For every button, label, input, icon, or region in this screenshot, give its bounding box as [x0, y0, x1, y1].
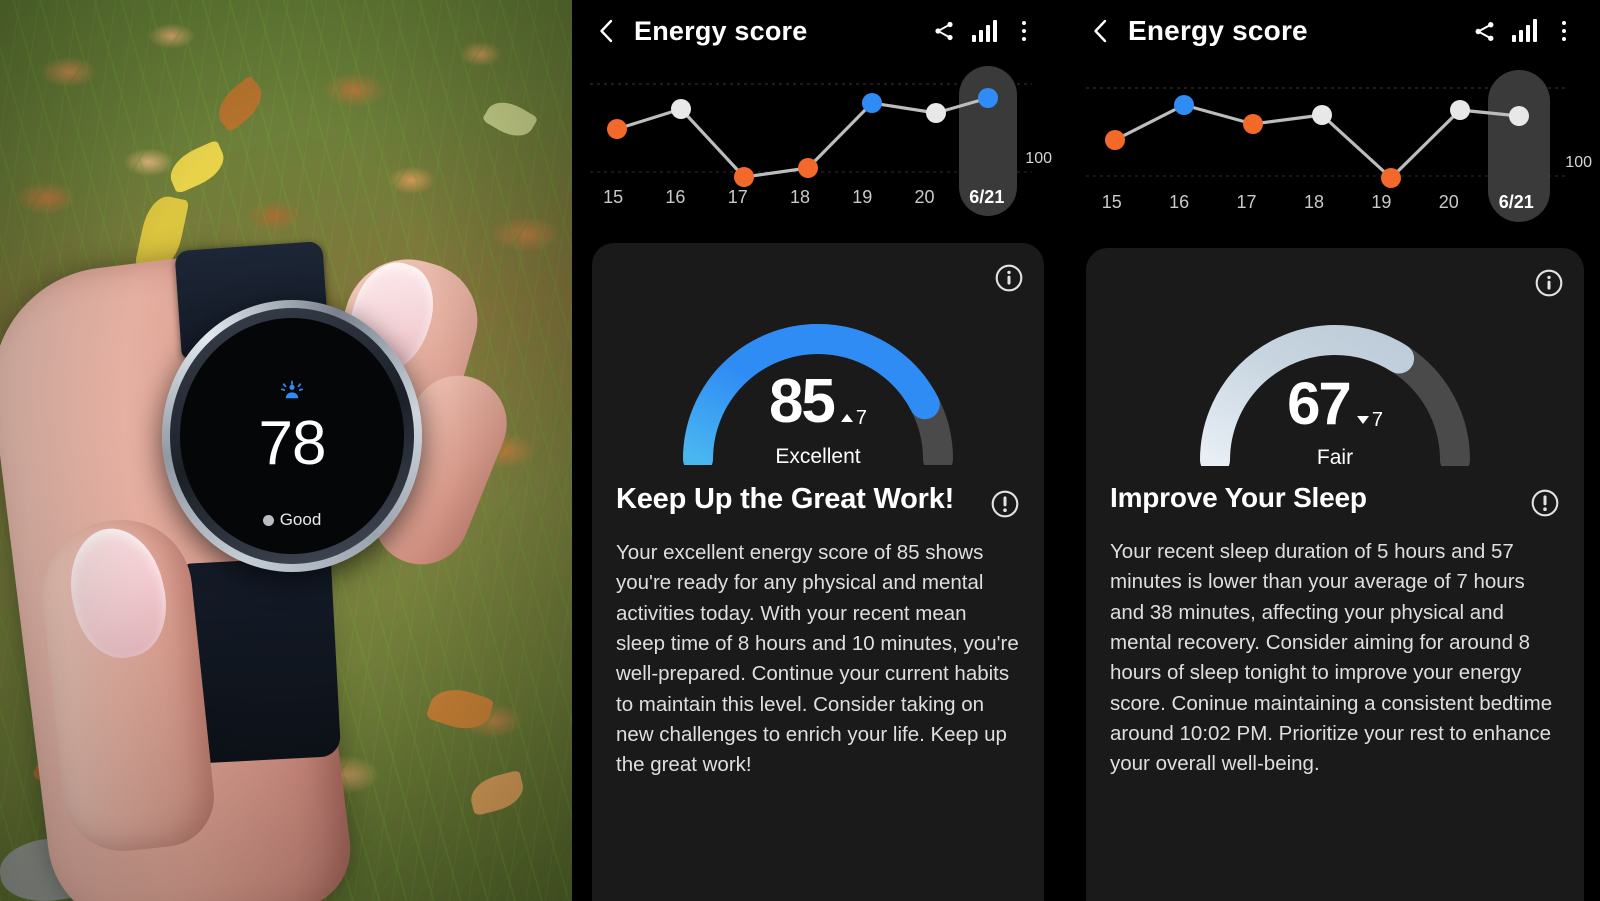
- watch-photo-panel: 78 Good: [0, 0, 572, 901]
- score-delta-value: 7: [1371, 408, 1383, 431]
- energy-gauge: 67 7 Fair: [1086, 248, 1584, 475]
- energy-trend-chart[interactable]: 100 15 16 17 18 19 20 6/21: [576, 62, 1060, 227]
- chart-x-label[interactable]: 19: [1348, 192, 1415, 213]
- advice-title: Keep Up the Great Work!: [616, 483, 955, 515]
- chart-x-label[interactable]: 15: [1078, 192, 1145, 213]
- page-title: Energy score: [1128, 15, 1308, 46]
- energy-score-value: 67: [1287, 370, 1352, 437]
- panel-divider: [1062, 0, 1070, 901]
- energy-gauge: 85 7 Excellent: [592, 243, 1044, 474]
- back-icon[interactable]: [1084, 14, 1118, 48]
- score-row: 85 7: [769, 371, 867, 433]
- chart-x-label[interactable]: 18: [769, 187, 831, 208]
- score-delta-value: 7: [855, 406, 868, 429]
- overflow-menu-icon[interactable]: [1544, 11, 1584, 51]
- app-top-bar: Energy score: [576, 0, 1060, 62]
- chart-x-label[interactable]: 20: [893, 187, 955, 208]
- score-delta: 7: [1356, 408, 1383, 432]
- energy-trend-chart[interactable]: 100 15 16 17 18 19 20 6/21: [1070, 62, 1600, 232]
- chart-y-max-label: 100: [1025, 150, 1052, 167]
- chart-x-label[interactable]: 19: [831, 187, 893, 208]
- gauge-readout: 67 7 Fair: [1175, 374, 1495, 470]
- chart-x-label-selected[interactable]: 6/21: [1483, 192, 1550, 213]
- phone-panel-fair: Energy score 100 15 16 17 18 19 20 6/21 …: [1070, 0, 1600, 901]
- chart-x-label[interactable]: 18: [1280, 192, 1347, 213]
- advice-body: Your recent sleep duration of 5 hours an…: [1110, 540, 1553, 776]
- share-icon[interactable]: [1464, 11, 1504, 51]
- energy-score-card: 67 7 Fair Improve Your Sleep Your recent…: [1086, 248, 1584, 901]
- chart-x-label[interactable]: 17: [707, 187, 769, 208]
- page-title: Energy score: [634, 15, 808, 46]
- exclamation-circle-icon[interactable]: [990, 489, 1020, 524]
- bar-chart-bars: [971, 20, 997, 42]
- energy-score-value: 85: [768, 367, 836, 436]
- energy-score-label: Fair: [1316, 446, 1354, 469]
- share-icon[interactable]: [924, 11, 964, 51]
- score-delta: 7: [840, 406, 868, 430]
- advice-header: Keep Up the Great Work!: [616, 483, 1020, 524]
- overflow-dots: [1562, 21, 1566, 41]
- back-icon[interactable]: [590, 14, 624, 48]
- chart-x-label[interactable]: 16: [1145, 192, 1212, 213]
- advice-header: Improve Your Sleep: [1110, 482, 1560, 523]
- photo-vignette: [0, 0, 572, 901]
- triangle-up-icon: [840, 414, 853, 422]
- chart-x-label[interactable]: 16: [644, 187, 706, 208]
- chart-x-labels: 15 16 17 18 19 20 6/21: [576, 187, 1028, 208]
- app-top-bar: Energy score: [1070, 0, 1600, 62]
- bar-chart-icon[interactable]: [1504, 11, 1544, 51]
- gauge-arc: 67 7 Fair: [1175, 280, 1495, 475]
- chart-x-label[interactable]: 20: [1415, 192, 1482, 213]
- bar-chart-icon[interactable]: [964, 11, 1004, 51]
- advice-section: Keep Up the Great Work! Your excellent e…: [592, 465, 1044, 781]
- exclamation-circle-icon[interactable]: [1530, 488, 1560, 523]
- chart-y-max-label: 100: [1565, 154, 1592, 171]
- gauge-readout: 85 7 Excellent: [658, 371, 978, 469]
- screenshot-stage: 78 Good Energy score: [0, 0, 1600, 901]
- chart-x-labels: 15 16 17 18 19 20 6/21: [1070, 192, 1562, 213]
- triangle-down-icon: [1356, 416, 1369, 424]
- energy-score-label: Excellent: [775, 445, 861, 468]
- phone-panel-excellent: Energy score 100 15 16 17 18 19 20 6/21 …: [576, 0, 1060, 901]
- score-row: 67 7: [1287, 374, 1383, 434]
- overflow-dots: [1022, 21, 1026, 41]
- chart-x-label-selected[interactable]: 6/21: [956, 187, 1018, 208]
- chart-x-label[interactable]: 17: [1213, 192, 1280, 213]
- advice-body: Your excellent energy score of 85 shows …: [616, 541, 1019, 777]
- bar-chart-bars: [1511, 19, 1537, 42]
- chart-x-label[interactable]: 15: [582, 187, 644, 208]
- advice-section: Improve Your Sleep Your recent sleep dur…: [1086, 466, 1584, 780]
- energy-score-card: 85 7 Excellent Keep Up the Great Work! Y…: [592, 243, 1044, 901]
- advice-title: Improve Your Sleep: [1110, 482, 1367, 513]
- gauge-arc: 85 7 Excellent: [658, 279, 978, 474]
- overflow-menu-icon[interactable]: [1004, 11, 1044, 51]
